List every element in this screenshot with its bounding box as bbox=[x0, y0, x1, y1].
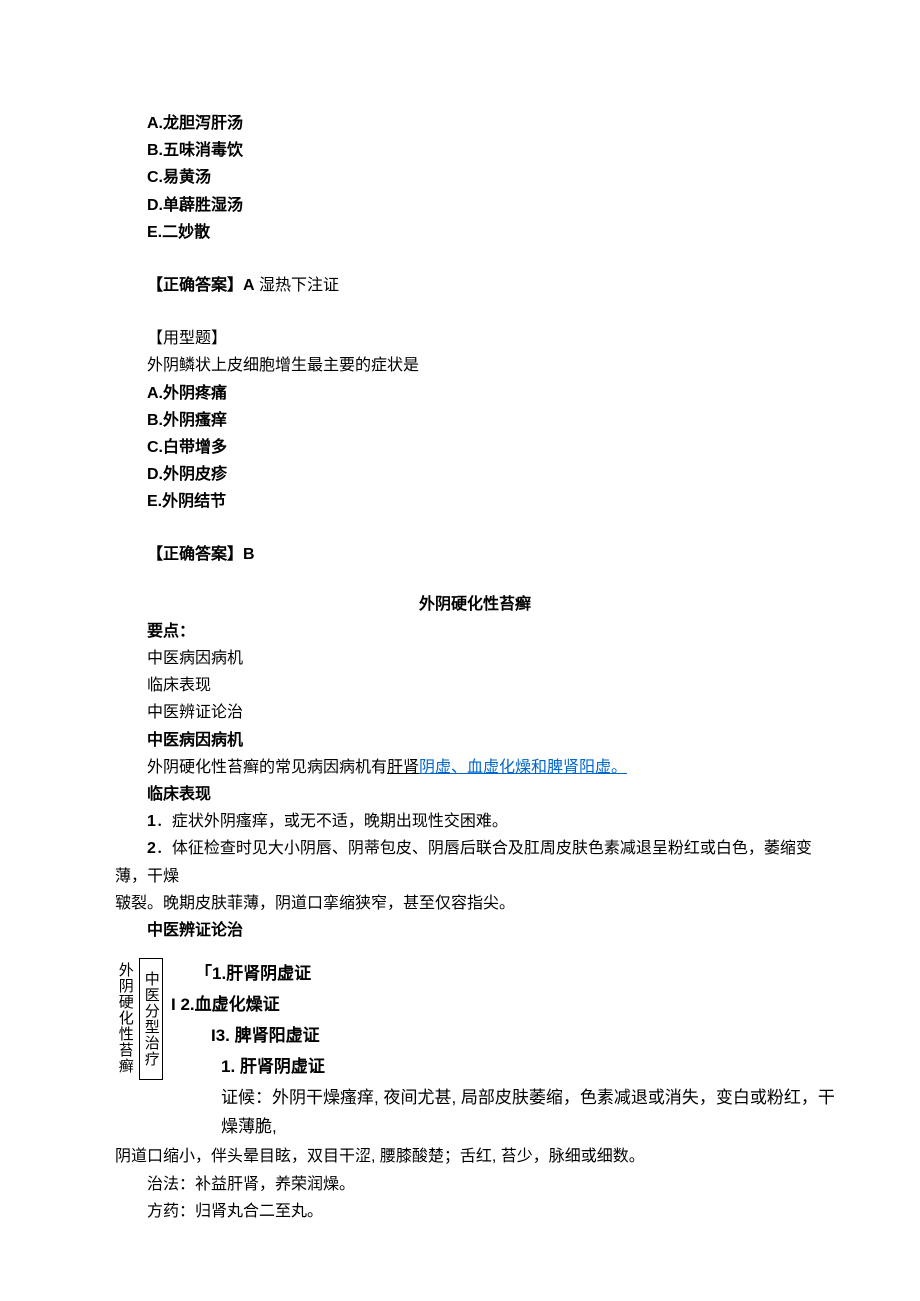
q1-answer: 【正确答案】A 湿热下注证 bbox=[115, 272, 835, 299]
vertical-label-1: 外阴硬化性苔癣 bbox=[115, 958, 135, 1078]
q2-stem: 外阴鳞状上皮细胞增生最主要的症状是 bbox=[115, 352, 835, 379]
page: A.龙胆泻肝汤 B.五味消毒饮 C.易黄汤 D.单薜胜湿汤 E.二妙散 【正确答… bbox=[0, 0, 920, 1285]
type-list: 「1.肝肾阴虚证 I 2.血虚化燥证 I3. 脾肾阳虚证 1. 肝肾阴虚证 证候… bbox=[171, 958, 835, 1143]
syndrome-1-heading: 1. 肝肾阴虚证 bbox=[221, 1053, 835, 1082]
points-label: 要点： bbox=[115, 618, 835, 645]
q1-opt-e: E.二妙散 bbox=[115, 219, 835, 246]
etiology-text: 外阴硬化性苔癣的常见病因病机有肝肾阴虚、血虚化燥和脾肾阳虚。 bbox=[115, 754, 835, 781]
q2-opt-a: A.外阴疼痛 bbox=[115, 380, 835, 407]
etiology-link: 阴虚、血虚化燥和脾肾阳虚。 bbox=[419, 759, 627, 776]
section-title: 外阴硬化性苔癣 bbox=[115, 591, 835, 618]
clinical-heading: 临床表现 bbox=[115, 781, 835, 808]
point-a: 中医病因病机 bbox=[115, 645, 835, 672]
type-2: I 2.血虚化燥证 bbox=[171, 991, 835, 1020]
clinical-item-2b: 皲裂。晚期皮肤菲薄，阴道口挛缩狭窄，甚至仅容指尖。 bbox=[115, 890, 835, 917]
etiology-heading: 中医病因病机 bbox=[115, 727, 835, 754]
etiology-underline: 肝肾 bbox=[387, 759, 419, 776]
type-3: I3. 脾肾阳虚证 bbox=[211, 1022, 835, 1051]
clinical-item-1: 1．症状外阴瘙痒，或无不适，晚期出现性交困难。 bbox=[115, 808, 835, 835]
syndrome-1-sign-b: 阴道口缩小，伴头晕目眩，双目干涩, 腰膝酸楚；舌红, 苔少，脉细或细数。 bbox=[115, 1143, 835, 1170]
q2-opt-d: D.外阴皮疹 bbox=[115, 461, 835, 488]
q1-opt-d: D.单薜胜湿汤 bbox=[115, 192, 835, 219]
q2-type: 【用型题】 bbox=[115, 325, 835, 352]
tcm-type-diagram: 外阴硬化性苔癣 中医分型治疗 「1.肝肾阴虚证 I 2.血虚化燥证 I3. 脾肾… bbox=[115, 958, 835, 1143]
q2-answer: 【正确答案】B bbox=[115, 541, 835, 568]
q2-opt-c: C.白带增多 bbox=[115, 434, 835, 461]
q1-opt-b: B.五味消毒饮 bbox=[115, 137, 835, 164]
point-c: 中医辨证论治 bbox=[115, 699, 835, 726]
q2-opt-b: B.外阴瘙痒 bbox=[115, 407, 835, 434]
q1-opt-a: A.龙胆泻肝汤 bbox=[115, 110, 835, 137]
type-1: 「1.肝肾阴虚证 bbox=[195, 960, 835, 989]
clinical-item-2a: 2．体征检查时见大小阴唇、阴蒂包皮、阴唇后联合及肛周皮肤色素减退呈粉红或白色，萎… bbox=[115, 835, 835, 889]
vertical-label-2: 中医分型治疗 bbox=[139, 958, 163, 1080]
point-b: 临床表现 bbox=[115, 672, 835, 699]
tcm-heading: 中医辨证论治 bbox=[115, 917, 835, 944]
q1-opt-c: C.易黄汤 bbox=[115, 164, 835, 191]
syndrome-1-formula: 方药：归肾丸合二至丸。 bbox=[115, 1198, 835, 1225]
syndrome-1-sign-a: 证候：外阴干燥瘙痒, 夜间尤甚, 局部皮肤萎缩，色素减退或消失，变白或粉红，干燥… bbox=[221, 1084, 835, 1142]
syndrome-1-method: 治法：补益肝肾，养荣润燥。 bbox=[115, 1171, 835, 1198]
q2-opt-e: E.外阴结节 bbox=[115, 488, 835, 515]
